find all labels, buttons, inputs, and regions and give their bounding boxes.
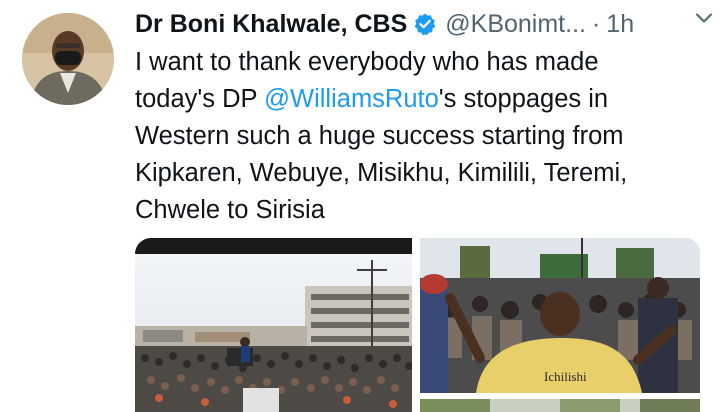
verified-badge-icon [413, 12, 437, 36]
author-avatar[interactable] [22, 13, 114, 105]
tweet-timestamp[interactable]: 1h [606, 10, 634, 39]
author-name[interactable]: Dr Boni Khalwale, CBS [135, 10, 407, 39]
avatar-photo [22, 13, 114, 105]
separator-dot: · [591, 9, 601, 38]
tweet-header: Dr Boni Khalwale, CBS @KBonimt... · 1h [135, 6, 710, 42]
media-photo-crowd-closeup[interactable]: Ichilishi [420, 238, 700, 393]
shirt-text: Ichilishi [544, 369, 587, 384]
author-handle[interactable]: @KBonimt... [445, 10, 586, 39]
tweet-text: I want to thank everybody who has made t… [135, 44, 710, 229]
tweet-media-grid: Ichilishi [135, 238, 700, 412]
mention-link[interactable]: @WilliamsRuto [264, 85, 439, 113]
media-photo-partial[interactable] [420, 399, 700, 412]
chevron-down-icon[interactable] [692, 6, 716, 30]
media-photo-crowd-rally[interactable] [135, 238, 412, 412]
